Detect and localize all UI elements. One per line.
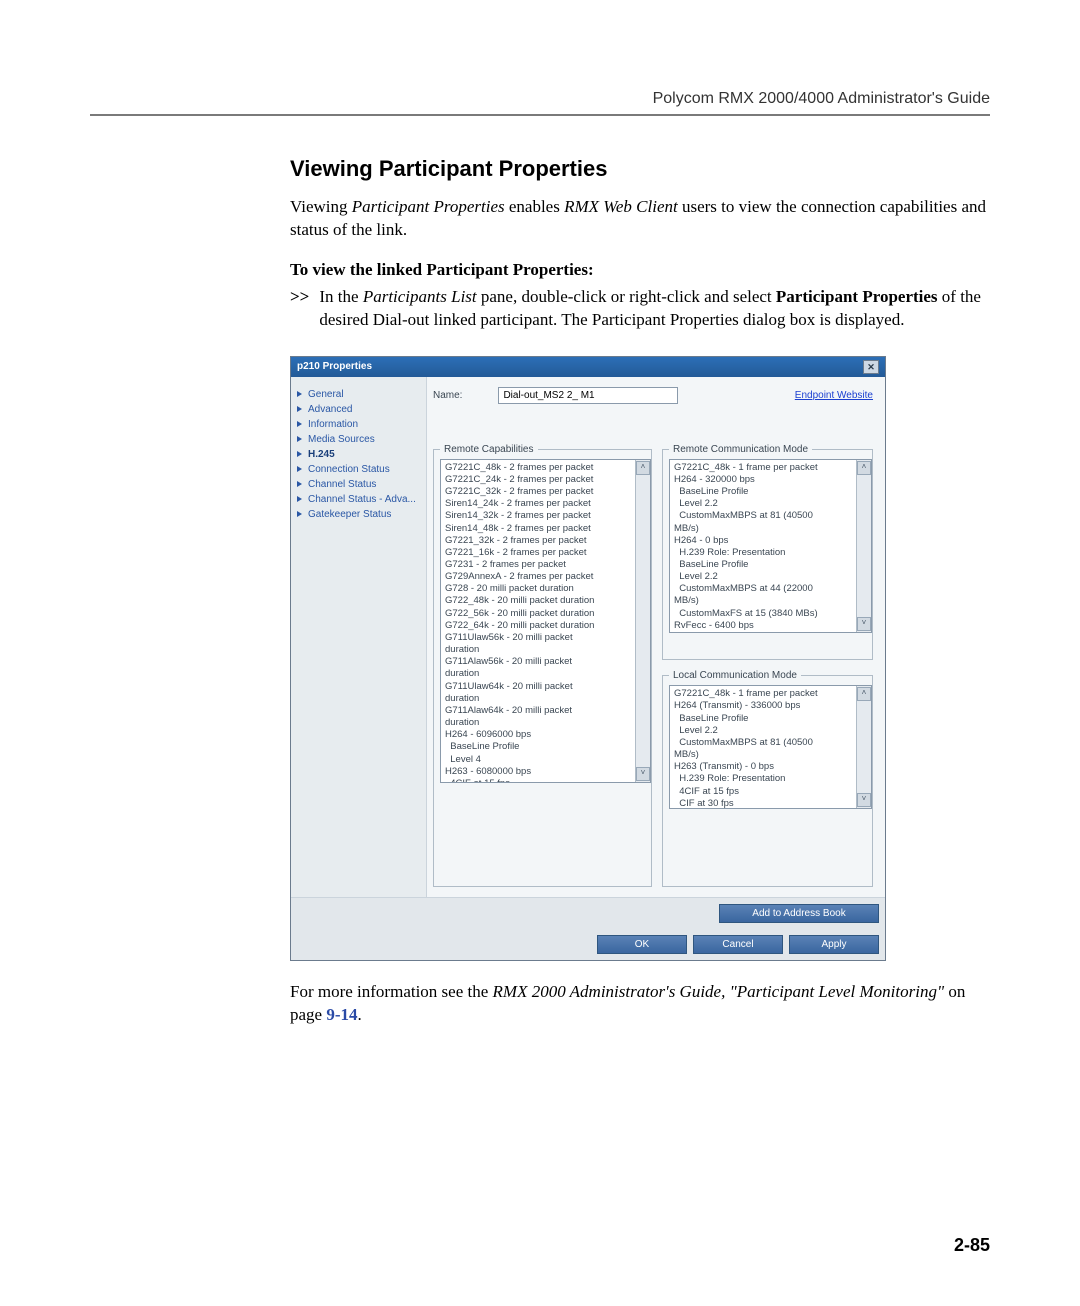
remote-comm-legend: Remote Communication Mode (669, 444, 812, 455)
text: In the (319, 287, 362, 306)
procedure-step: >> In the Participants List pane, double… (290, 286, 990, 332)
scrollbar[interactable]: ˄ ˅ (856, 686, 871, 808)
sidebar-item-media-sources[interactable]: Media Sources (297, 432, 420, 447)
chevron-right-icon (297, 496, 302, 502)
sidebar-item-label: Connection Status (308, 464, 390, 475)
page-reference-link[interactable]: 9-14 (326, 1005, 357, 1024)
dialog-sidebar: General Advanced Information Media Sourc… (291, 377, 426, 897)
text-italic: Participant Properties (352, 197, 505, 216)
text: . (358, 1005, 362, 1024)
remote-capabilities-group: Remote Capabilities G7221C_48k - 2 frame… (433, 444, 652, 887)
local-comm-text: G7221C_48k - 1 frame per packet H264 (Tr… (670, 686, 856, 808)
sidebar-item-label: Channel Status - Adva... (308, 494, 416, 505)
chevron-right-icon (297, 451, 302, 457)
local-comm-legend: Local Communication Mode (669, 670, 801, 681)
dialog-main: Name: Endpoint Website Remote Capabiliti… (426, 377, 885, 897)
chevron-right-icon (297, 421, 302, 427)
ok-button[interactable]: OK (597, 935, 687, 954)
chevron-right-icon (297, 511, 302, 517)
scroll-up-icon[interactable]: ˄ (857, 461, 871, 475)
local-comm-listbox[interactable]: G7221C_48k - 1 frame per packet H264 (Tr… (669, 685, 872, 809)
remote-capabilities-legend: Remote Capabilities (440, 444, 538, 455)
section-title: Viewing Participant Properties (290, 156, 990, 182)
page-number: 2-85 (954, 1235, 990, 1256)
sidebar-item-gatekeeper-status[interactable]: Gatekeeper Status (297, 507, 420, 522)
fieldsets: Remote Capabilities G7221C_48k - 2 frame… (433, 444, 873, 887)
doc-header: Polycom RMX 2000/4000 Administrator's Gu… (90, 90, 990, 108)
step-text: In the Participants List pane, double-cl… (319, 286, 990, 332)
chevron-right-icon (297, 481, 302, 487)
remote-comm-text: G7221C_48k - 1 frame per packet H264 - 3… (670, 460, 856, 632)
text-italic: RMX 2000 Administrator's Guide, "Partici… (493, 982, 945, 1001)
sidebar-item-channel-status[interactable]: Channel Status (297, 477, 420, 492)
scroll-down-icon[interactable]: ˅ (857, 617, 871, 631)
step-marker: >> (290, 286, 309, 332)
dialog-footer-primary: OK Cancel Apply (291, 929, 885, 960)
scrollbar[interactable]: ˄ ˅ (856, 460, 871, 632)
add-to-address-book-button[interactable]: Add to Address Book (719, 904, 879, 923)
name-input[interactable] (498, 387, 678, 404)
remote-comm-group: Remote Communication Mode G7221C_48k - 1… (662, 444, 873, 661)
text: pane, double-click or right-click and se… (477, 287, 776, 306)
endpoint-website-link[interactable]: Endpoint Website (795, 390, 873, 401)
dialog-footer-secondary: Add to Address Book (291, 897, 885, 929)
scrollbar[interactable]: ˄ ˅ (635, 460, 650, 782)
content-column: Viewing Participant Properties Viewing P… (290, 156, 990, 1027)
sidebar-item-connection-status[interactable]: Connection Status (297, 462, 420, 477)
local-comm-group: Local Communication Mode G7221C_48k - 1 … (662, 670, 873, 887)
dialog-body: General Advanced Information Media Sourc… (291, 377, 885, 897)
chevron-right-icon (297, 406, 302, 412)
dialog-titlebar[interactable]: p210 Properties ✕ (291, 357, 885, 377)
right-column: Remote Communication Mode G7221C_48k - 1… (662, 444, 873, 887)
chevron-right-icon (297, 436, 302, 442)
text: enables (505, 197, 564, 216)
chevron-right-icon (297, 466, 302, 472)
remote-capabilities-text: G7221C_48k - 2 frames per packet G7221C_… (441, 460, 635, 782)
name-label: Name: (433, 390, 462, 401)
chevron-right-icon (297, 391, 302, 397)
header-rule (90, 114, 990, 116)
remote-comm-listbox[interactable]: G7221C_48k - 1 frame per packet H264 - 3… (669, 459, 872, 633)
text-italic: RMX Web Client (564, 197, 678, 216)
dialog-title: p210 Properties (297, 361, 372, 372)
sidebar-item-advanced[interactable]: Advanced (297, 402, 420, 417)
apply-button[interactable]: Apply (789, 935, 879, 954)
participant-properties-dialog: p210 Properties ✕ General Advanced Infor… (290, 356, 886, 961)
sidebar-item-h245[interactable]: H.245 (297, 447, 420, 462)
name-row: Name: Endpoint Website (433, 387, 873, 404)
sidebar-item-information[interactable]: Information (297, 417, 420, 432)
text: Viewing (290, 197, 352, 216)
intro-paragraph: Viewing Participant Properties enables R… (290, 196, 990, 242)
sidebar-item-label: General (308, 389, 344, 400)
remote-capabilities-listbox[interactable]: G7221C_48k - 2 frames per packet G7221C_… (440, 459, 651, 783)
sidebar-item-label: Media Sources (308, 434, 375, 445)
scroll-down-icon[interactable]: ˅ (636, 767, 650, 781)
procedure-subhead: To view the linked Participant Propertie… (290, 260, 990, 280)
text-bold: Participant Properties (776, 287, 938, 306)
sidebar-item-label: H.245 (308, 449, 335, 460)
text: For more information see the (290, 982, 493, 1001)
sidebar-item-general[interactable]: General (297, 387, 420, 402)
scroll-down-icon[interactable]: ˅ (857, 793, 871, 807)
close-icon[interactable]: ✕ (863, 360, 879, 374)
text-italic: Participants List (363, 287, 477, 306)
scroll-up-icon[interactable]: ˄ (636, 461, 650, 475)
post-paragraph: For more information see the RMX 2000 Ad… (290, 981, 990, 1027)
sidebar-item-label: Advanced (308, 404, 352, 415)
sidebar-item-channel-status-adv[interactable]: Channel Status - Adva... (297, 492, 420, 507)
sidebar-item-label: Channel Status (308, 479, 376, 490)
sidebar-item-label: Information (308, 419, 358, 430)
scroll-up-icon[interactable]: ˄ (857, 687, 871, 701)
sidebar-item-label: Gatekeeper Status (308, 509, 391, 520)
cancel-button[interactable]: Cancel (693, 935, 783, 954)
